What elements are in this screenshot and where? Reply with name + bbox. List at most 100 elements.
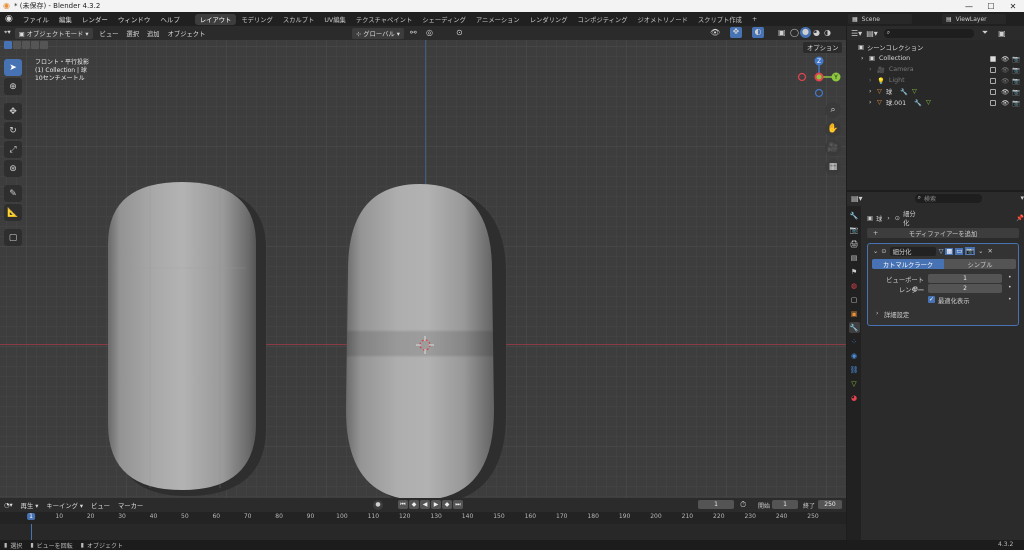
tab-catmull-clark[interactable]: カトマルクラーク [872, 259, 944, 269]
maximize-button[interactable]: ☐ [980, 0, 1002, 12]
menu-help[interactable]: ヘルプ [155, 14, 185, 24]
record-button-icon[interactable]: ● [373, 500, 383, 510]
exclude-checkbox[interactable] [990, 77, 996, 84]
view-layer-tab-icon[interactable]: ▤ [849, 252, 860, 263]
disclosure-chevron-icon[interactable]: › [869, 66, 877, 73]
disclosure-chevron-icon[interactable]: › [861, 55, 869, 62]
view-menu[interactable]: ビュー [96, 28, 123, 39]
visibility-eye-icon[interactable]: 👁 [1001, 66, 1009, 74]
outliner-row[interactable]: › ▣ Collection 👁 📷 [847, 53, 1024, 64]
modifier-tab-icon[interactable]: 🔧 [848, 322, 860, 333]
workspace-tab-uv[interactable]: UV編集 [319, 14, 351, 25]
modifier-name-field[interactable]: 細分化 [889, 246, 936, 256]
zoom-icon[interactable]: ⌕ [825, 102, 841, 118]
orientation-selector[interactable]: ⊹ グローバル ▾ [352, 28, 404, 39]
pan-hand-icon[interactable]: ✋ [825, 121, 841, 137]
timeline-ruler[interactable]: 1 10 20 30 40 50 60 70 80 90 100 110 120 130 140 150 160… [0, 512, 846, 524]
shading-solid-icon[interactable]: ● [800, 27, 811, 38]
start-frame-field[interactable]: 1 [772, 500, 798, 509]
output-tab-icon[interactable]: 🖨 [849, 238, 860, 249]
workspace-tab-sculpt[interactable]: スカルプト [278, 14, 319, 25]
jump-end-icon[interactable]: ⏭ [453, 500, 463, 509]
data-tab-icon[interactable]: ▽ [849, 378, 860, 389]
add-cube-tool-icon[interactable]: ▢ [4, 229, 22, 246]
blender-menu-icon[interactable]: ◉ [0, 14, 18, 24]
workspace-tab-scripting[interactable]: スクリプト作成 [693, 14, 747, 25]
render-camera-icon[interactable]: 📷 [1012, 55, 1020, 63]
viewport-levels-keyframe-icon[interactable]: • [1008, 274, 1012, 281]
menu-render[interactable]: レンダー [77, 14, 113, 24]
minimize-button[interactable]: — [958, 0, 980, 12]
play-icon[interactable]: ▶ [431, 500, 441, 509]
select-extend-icon[interactable] [13, 41, 21, 49]
select-invert-icon[interactable] [31, 41, 39, 49]
exclude-checkbox[interactable] [990, 88, 996, 95]
gizmo-neg-x-handle[interactable] [797, 72, 807, 82]
navigation-gizmo[interactable]: Z Y [796, 54, 842, 100]
select-box-tool-icon[interactable]: ➤ [4, 59, 22, 76]
optimal-display-keyframe-icon[interactable]: • [1008, 296, 1012, 303]
render-camera-icon[interactable]: 📷 [1012, 88, 1020, 96]
render-camera-icon[interactable]: 📷 [1012, 77, 1020, 85]
gizmo-toggle-icon[interactable]: ✥ [730, 27, 742, 38]
transform-tool-icon[interactable]: ⊛ [4, 160, 22, 177]
prev-keyframe-icon[interactable]: ◆ [409, 500, 419, 509]
render-levels-keyframe-icon[interactable]: • [1008, 284, 1012, 291]
render-tab-icon[interactable]: 📷 [849, 224, 860, 235]
modifier-dropdown-icon[interactable]: ⌄ [978, 248, 983, 255]
close-button[interactable]: ✕ [1002, 0, 1024, 12]
properties-editor-icon[interactable]: ▤▾ [851, 194, 863, 203]
advanced-section-label[interactable]: 詳細設定 [884, 310, 909, 319]
visibility-eye-icon[interactable]: 👁 [1001, 55, 1009, 63]
outliner-row[interactable]: › ▽ 球.001 🔧 ▽ 👁 📷 [847, 97, 1024, 108]
visibility-eye-icon[interactable]: 👁 [1001, 99, 1009, 107]
shading-material-icon[interactable]: ◕ [813, 28, 820, 37]
workspace-tab-modeling[interactable]: モデリング [236, 14, 277, 25]
workspace-tab-layout[interactable]: レイアウト [194, 13, 237, 25]
keying-menu[interactable]: キーイング ▾ [42, 500, 87, 511]
collapse-chevron-icon[interactable]: ⌄ [873, 248, 878, 255]
capsule-object-left[interactable] [100, 178, 272, 498]
snap-icon[interactable]: ◎ [426, 28, 433, 37]
select-intersect-icon[interactable] [40, 41, 48, 49]
world-tab-icon[interactable]: ◍ [849, 280, 860, 291]
collection-tab-icon[interactable]: ▢ [849, 294, 860, 305]
outliner-root[interactable]: ▣ シーンコレクション [847, 42, 1024, 53]
scene-tab-icon[interactable]: ⚑ [849, 266, 860, 277]
outliner-row[interactable]: › 🎥 Camera 👁 📷 [847, 64, 1024, 75]
shading-rendered-icon[interactable]: ◑ [824, 28, 831, 37]
perspective-grid-icon[interactable]: ▦ [825, 159, 841, 175]
3d-cursor-icon[interactable] [416, 336, 434, 354]
workspace-tab-animation[interactable]: アニメーション [471, 14, 525, 25]
optimal-display-checkbox[interactable]: ✓ [928, 296, 935, 303]
add-modifier-button[interactable]: + モディファイアーを追加 [867, 228, 1019, 238]
visibility-eye-icon[interactable]: 👁 [1001, 88, 1009, 96]
workspace-tab-geometry-nodes[interactable]: ジオメトリノード [633, 14, 693, 25]
menu-window[interactable]: ウィンドウ [113, 14, 156, 24]
constraints-tab-icon[interactable]: ⛓ [849, 364, 860, 375]
object-tab-icon[interactable]: ▣ [849, 308, 860, 319]
properties-options-icon[interactable]: ▾ [1020, 194, 1024, 202]
physics-tab-icon[interactable]: ◉ [849, 350, 860, 361]
camera-view-icon[interactable]: 🎥 [825, 140, 841, 156]
cursor-tool-icon[interactable]: ⊕ [4, 78, 22, 95]
end-frame-field[interactable]: 250 [818, 500, 842, 509]
add-menu[interactable]: 追加 [143, 28, 164, 39]
outliner-search-field[interactable]: ⌕ [883, 28, 974, 38]
viewport-toggle-icon[interactable]: ▭ [955, 247, 964, 255]
measure-tool-icon[interactable]: 📐 [4, 204, 22, 221]
render-toggle-icon[interactable]: 📷 [965, 247, 976, 255]
object-menu[interactable]: オブジェクト [164, 28, 210, 39]
render-camera-icon[interactable]: 📷 [1012, 66, 1020, 74]
overlay-toggle-icon[interactable]: ◐ [752, 27, 764, 38]
particles-tab-icon[interactable]: ⁘ [849, 336, 860, 347]
outliner-row[interactable]: › 💡 Light 👁 📷 [847, 75, 1024, 86]
scene-selector[interactable]: ▦ Scene [848, 14, 912, 24]
playback-menu[interactable]: 再生 ▾ [17, 500, 43, 511]
proportional-edit-icon[interactable]: ⊙ [456, 28, 463, 37]
rotate-tool-icon[interactable]: ↻ [4, 122, 22, 139]
workspace-tab-texture-paint[interactable]: テクスチャペイント [351, 14, 417, 25]
select-subtract-icon[interactable] [22, 41, 30, 49]
visibility-eye-icon[interactable]: 👁 [1001, 77, 1009, 85]
disclosure-chevron-icon[interactable]: › [869, 99, 877, 106]
